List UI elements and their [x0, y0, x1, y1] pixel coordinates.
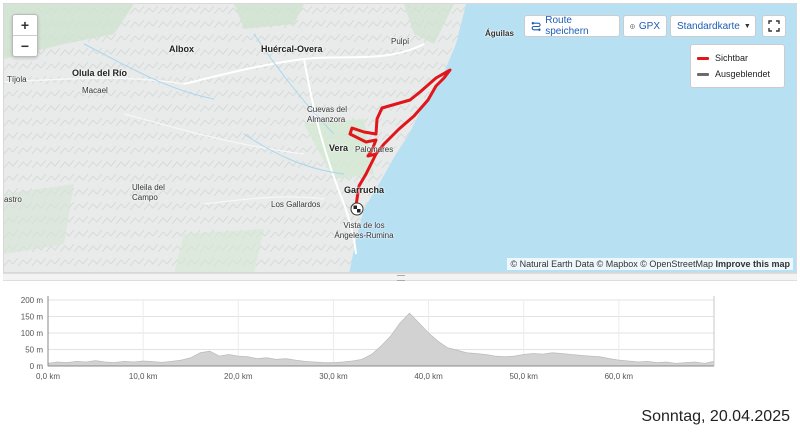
- resize-handle[interactable]: [3, 273, 797, 281]
- legend-item[interactable]: Ausgeblendet: [697, 66, 778, 82]
- caret-down-icon: ▼: [743, 22, 751, 30]
- elevation-area: [47, 312, 715, 367]
- x-tick-label: 60,0 km: [605, 372, 634, 381]
- place-label: Macael: [82, 86, 108, 95]
- place-label: Palomares: [355, 145, 394, 154]
- place-label: Vista de los Ángeles-Rumina: [334, 221, 394, 240]
- date-caption: Sonntag, 20.04.2025: [641, 408, 790, 425]
- route-legend: Sichtbar Ausgeblendet: [690, 44, 785, 88]
- y-tick-label: 0 m: [30, 362, 44, 371]
- place-label: Tíjola: [7, 75, 27, 84]
- fullscreen-icon: [768, 20, 780, 32]
- zoom-control: + −: [12, 14, 38, 57]
- y-tick-label: 50 m: [25, 346, 43, 355]
- legend-label: Ausgeblendet: [715, 69, 771, 79]
- x-tick-label: 20,0 km: [224, 372, 253, 381]
- legend-swatch: [697, 72, 709, 76]
- improve-map-link[interactable]: Improve this map: [715, 259, 790, 269]
- y-tick-label: 150 m: [21, 313, 44, 322]
- place-label: Olula del Río: [72, 68, 128, 78]
- gpx-label: GPX: [638, 20, 660, 32]
- place-label: Los Gallardos: [271, 200, 321, 209]
- x-tick-label: 50,0 km: [509, 372, 538, 381]
- place-label: Vera: [329, 143, 349, 153]
- place-label: Águilas: [485, 29, 514, 38]
- download-icon: [630, 23, 635, 29]
- map-view[interactable]: Águilas Pulpí Albox Huércal-Overa Tíjola…: [3, 3, 797, 273]
- place-label: Garrucha: [344, 185, 385, 195]
- legend-label: Sichtbar: [715, 53, 749, 63]
- save-route-button[interactable]: Route speichern: [524, 15, 620, 37]
- x-tick-label: 0,0 km: [36, 372, 60, 381]
- elevation-profile[interactable]: 200 m 150 m 100 m 50 m 0 m0,0 km 10,0 km 20,0 …: [0, 284, 800, 388]
- y-tick-label: 100 m: [21, 329, 44, 338]
- fullscreen-button[interactable]: [762, 15, 786, 37]
- place-label: Cuevas del Almanzora: [307, 105, 348, 124]
- basemap-label: Standardkarte: [677, 20, 740, 32]
- zoom-in-button[interactable]: +: [13, 15, 37, 35]
- map-attribution: © Natural Earth Data © Mapbox © OpenStre…: [507, 258, 793, 270]
- place-label: Albox: [169, 44, 195, 54]
- place-label: Uleila del Campo: [132, 183, 165, 202]
- save-route-label: Route speichern: [545, 15, 589, 37]
- x-tick-label: 40,0 km: [414, 372, 443, 381]
- y-tick-label: 200 m: [21, 296, 44, 305]
- finish-marker: [350, 202, 364, 216]
- place-label: astro: [4, 195, 22, 204]
- x-tick-label: 10,0 km: [129, 372, 158, 381]
- grip-icon: [397, 275, 405, 281]
- zoom-out-button[interactable]: −: [13, 35, 37, 56]
- route-icon: [531, 21, 541, 31]
- legend-item[interactable]: Sichtbar: [697, 50, 778, 66]
- place-label: Huércal-Overa: [261, 44, 323, 54]
- gpx-download-button[interactable]: GPX: [623, 15, 667, 37]
- attribution-text: © Natural Earth Data © Mapbox © OpenStre…: [510, 259, 716, 269]
- green-area: [174, 229, 264, 272]
- x-tick-label: 30,0 km: [319, 372, 348, 381]
- basemap-select[interactable]: Standardkarte ▼: [670, 15, 756, 37]
- legend-swatch: [697, 56, 709, 60]
- place-label: Pulpí: [391, 37, 410, 46]
